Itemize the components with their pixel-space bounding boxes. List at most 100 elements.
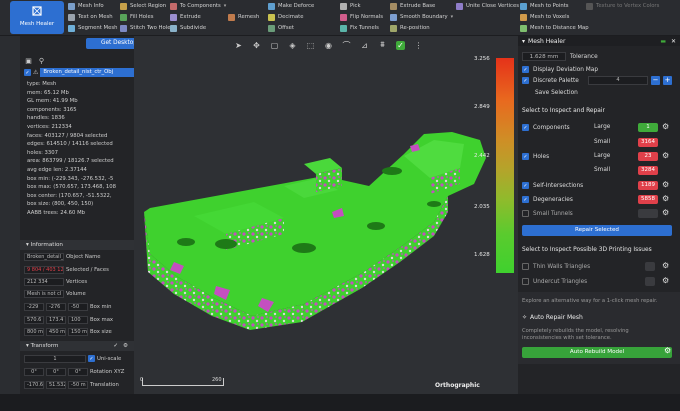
save-selection-link[interactable]: Save Selection — [535, 90, 578, 96]
rotation-z[interactable]: 0° — [68, 367, 88, 376]
mesh-info-tool[interactable]: Mesh Info — [68, 1, 117, 12]
gear-icon[interactable]: ⚙ — [123, 341, 128, 351]
mesh-healer-app-button[interactable]: Mesh Healer — [10, 1, 64, 34]
small-tunnels-row[interactable]: Small Tunnels — [522, 210, 573, 217]
scale-field[interactable]: 1 — [24, 354, 86, 363]
pick-tool[interactable]: Pick — [340, 1, 383, 12]
segment-mesh-tool[interactable]: Segment Mesh — [68, 23, 117, 34]
box-max-z[interactable]: 100 — [68, 315, 88, 324]
gear-icon[interactable]: ⚙ — [662, 180, 669, 189]
small-tunnels-count[interactable] — [638, 209, 658, 218]
mesh-to-voxels-tool[interactable]: Mesh to Voxels — [520, 12, 589, 23]
holes-checkbox[interactable]: ✓ — [522, 153, 529, 160]
box-size-x[interactable]: 800 m — [24, 327, 44, 336]
re-position-tool[interactable]: Re-position — [390, 23, 453, 34]
projection-label[interactable]: Orthographic — [435, 382, 480, 389]
translation-y[interactable]: 51.532 — [46, 380, 66, 389]
degeneracies-count[interactable]: 5858 — [638, 195, 658, 204]
make-deforce-tool[interactable]: Make Deforce — [268, 1, 314, 12]
gear-icon[interactable]: ⚙ — [662, 194, 669, 203]
rotation-y[interactable]: 0° — [46, 367, 66, 376]
minus-button[interactable]: − — [651, 76, 660, 85]
mesh-to-points-tool[interactable]: Mesh to Points — [520, 1, 589, 12]
box-size-z[interactable]: 150 m — [68, 327, 88, 336]
transform-header[interactable]: ▾ Transform ✓ ⚙ — [20, 341, 134, 351]
gear-icon[interactable]: ⚙ — [662, 151, 669, 160]
components-large-count[interactable]: 1 — [638, 123, 658, 132]
discrete-palette-row[interactable]: ✓ Discrete Palette — [522, 77, 579, 84]
object-visible-checkbox[interactable]: ✓ — [24, 69, 31, 76]
box-size-y[interactable]: 450 m — [46, 327, 66, 336]
smooth-boundary-tool[interactable]: Smooth Boundary ▾ — [390, 12, 453, 23]
undercut-checkbox[interactable] — [522, 278, 529, 285]
decimate-tool[interactable]: Decimate — [268, 12, 314, 23]
components-small-count[interactable]: 3164 — [638, 138, 658, 147]
gear-icon[interactable]: ⚙ — [664, 346, 671, 355]
fix-tunnels-tool[interactable]: Fix Tunnels — [340, 23, 383, 34]
undercut-row[interactable]: Undercut Triangles — [522, 278, 587, 285]
repair-selected-button[interactable]: Repair Selected — [522, 225, 672, 236]
extrude-tool[interactable]: Extrude — [170, 12, 226, 23]
filter-icon[interactable]: ⚲ — [37, 56, 46, 65]
texture-to-vertex-colors-tool[interactable]: Texture to Vertex Colors — [586, 1, 659, 12]
degeneracies-checkbox[interactable]: ✓ — [522, 196, 529, 203]
components-checkbox[interactable]: ✓ — [522, 124, 529, 131]
components-row[interactable]: ✓ Components — [522, 124, 570, 131]
box-max-x[interactable]: 570.6 — [24, 315, 44, 324]
plus-button[interactable]: + — [663, 76, 672, 85]
thin-walls-checkbox[interactable] — [522, 263, 529, 270]
display-deviation-row[interactable]: ✓ Display Deviation Map — [522, 66, 598, 73]
box-min-y[interactable]: -276 — [46, 302, 66, 311]
translation-z[interactable]: -50 m — [68, 380, 88, 389]
box-min-z[interactable]: -50 — [68, 302, 88, 311]
remesh-tool[interactable]: Remesh — [228, 12, 259, 23]
uni-scale-checkbox[interactable]: ✓ — [88, 355, 95, 362]
box-min-x[interactable]: -229 — [24, 302, 44, 311]
translation-x[interactable]: -170.6 — [24, 380, 44, 389]
tolerance-field[interactable]: 1.628 mm — [522, 52, 566, 61]
3d-viewport[interactable]: ➤ ✥ ▢ ◈ ⬚ ◉ ⌒ ⊿ ⩩ ✓ ⋮ 3.256 2.849 2.442 … — [134, 36, 518, 394]
discrete-palette-checkbox[interactable]: ✓ — [522, 77, 529, 84]
auto-rebuild-model-button[interactable]: Auto Rebuild Model — [522, 347, 672, 358]
volume-field[interactable]: Mesh is not cl — [24, 289, 64, 298]
small-tunnels-checkbox[interactable] — [522, 210, 529, 217]
holes-row[interactable]: ✓ Holes — [522, 153, 549, 160]
gear-icon[interactable]: ⚙ — [662, 208, 669, 217]
holes-large-count[interactable]: 23 — [638, 152, 658, 161]
subdivide-tool[interactable]: Subdivide — [170, 23, 226, 34]
vertices-field[interactable]: 212 334 — [24, 277, 64, 286]
to-components-tool[interactable]: To Components ▾ — [170, 1, 226, 12]
mesh-healer-header[interactable]: ▾ Mesh Healer ▬ ✕ — [518, 36, 680, 46]
self-intersections-count[interactable]: 1189 — [638, 181, 658, 190]
holes-small-count[interactable]: 3284 — [638, 166, 658, 175]
thin-walls-count[interactable] — [645, 262, 655, 271]
box-max-y[interactable]: 173.4 — [46, 315, 66, 324]
self-intersections-row[interactable]: ✓ Self-Intersections — [522, 182, 583, 189]
palette-count-field[interactable]: 4 — [588, 76, 648, 85]
mesh-to-distance-map-tool[interactable]: Mesh to Distance Map — [520, 23, 589, 34]
offset-tool[interactable]: Offset — [268, 23, 314, 34]
unite-close-vertices-tool[interactable]: Unite Close Vertices — [456, 1, 519, 12]
degeneracies-row[interactable]: ✓ Degeneracies — [522, 196, 573, 203]
text-on-mesh-tool[interactable]: Text on Mesh — [68, 12, 117, 23]
info-name-field[interactable]: Broken_detail_nist_ctr — [24, 252, 64, 261]
close-icon[interactable]: ✕ — [671, 38, 676, 45]
pin-icon[interactable]: ▬ — [660, 38, 666, 45]
extrude-base-tool[interactable]: Extrude Base — [390, 1, 453, 12]
thin-walls-row[interactable]: Thin Walls Triangles — [522, 263, 590, 270]
gear-icon[interactable]: ⚙ — [662, 261, 669, 270]
mesh-model[interactable] — [134, 36, 518, 394]
display-deviation-checkbox[interactable]: ✓ — [522, 66, 529, 73]
gear-icon[interactable]: ⚙ — [662, 122, 669, 131]
information-header[interactable]: ▾ Information — [20, 240, 134, 250]
select-region-tool[interactable]: Select Region — [120, 1, 173, 12]
rotation-x[interactable]: 0° — [24, 367, 44, 376]
scene-object-row[interactable]: ✓ ⚠ Broken_detail_nist_ctr_Obj — [24, 68, 134, 77]
add-icon[interactable]: ▣ — [24, 56, 33, 65]
apply-check-icon[interactable]: ✓ — [113, 341, 118, 351]
fill-holes-tool[interactable]: Fill Holes — [120, 12, 173, 23]
selected-faces-field[interactable]: 9 804 / 403 12 — [24, 265, 64, 274]
flip-normals-tool[interactable]: Flip Normals — [340, 12, 383, 23]
gear-icon[interactable]: ⚙ — [662, 276, 669, 285]
undercut-count[interactable] — [645, 277, 655, 286]
